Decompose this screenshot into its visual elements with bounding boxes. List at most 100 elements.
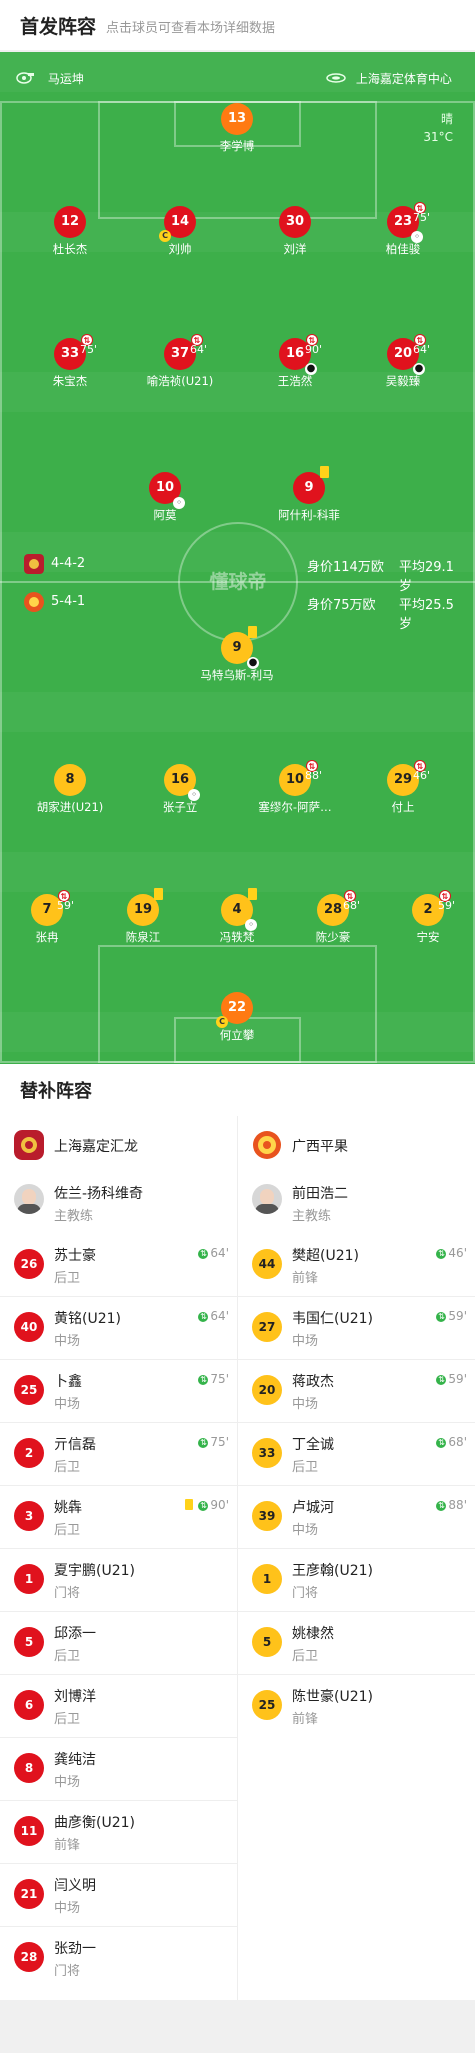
home-sub-row[interactable]: 28 张劲一 门将 xyxy=(0,1927,237,1990)
home-team-summary: 4-4-2 身价114万欧 平均29.1岁 xyxy=(24,554,464,594)
home-sub-row[interactable]: 8 龚纯洁 中场 xyxy=(0,1738,237,1801)
player-name: 姚棣然 xyxy=(292,1626,334,1642)
player-position: 门将 xyxy=(54,1586,81,1601)
home-player-10[interactable]: 10 ◦ 阿莫 xyxy=(110,472,220,523)
home-sub-row[interactable]: 21 闫义明 中场 xyxy=(0,1864,237,1927)
player-name: 蒋政杰 xyxy=(292,1374,334,1390)
away-player-7[interactable]: 7 ⇅ 59' 张冉 xyxy=(0,890,102,945)
home-player-12[interactable]: 12 杜长杰 xyxy=(15,206,125,257)
away-sub-row[interactable]: 44 樊超(U21) 前锋 ⇅ 46' xyxy=(238,1234,475,1297)
captain-badge-icon: C xyxy=(216,1016,228,1028)
player-name: 朱宝杰 xyxy=(52,374,88,388)
home-player-9[interactable]: 9 阿什利-科菲 xyxy=(254,466,364,523)
away-sub-row[interactable]: 39 卢城河 中场 ⇅ 88' xyxy=(238,1486,475,1549)
sub-in-time: ⇅ 64' xyxy=(198,1246,229,1260)
home-sub-row[interactable]: 25 卜鑫 中场 ⇅ 75' xyxy=(0,1360,237,1423)
away-sub-row[interactable]: 5 姚棣然 后卫 xyxy=(238,1612,475,1675)
player-name: 何立攀 xyxy=(219,1028,255,1042)
home-player-13[interactable]: 13 李学博 xyxy=(182,103,292,154)
player-name: 李学博 xyxy=(219,139,255,153)
home-team-name: 上海嘉定汇龙 xyxy=(54,1139,138,1155)
player-number: 44 xyxy=(252,1249,282,1279)
away-sub-row[interactable]: 33 丁全诚 后卫 ⇅ 68' xyxy=(238,1423,475,1486)
player-position: 后卫 xyxy=(292,1460,319,1475)
player-number: 26 xyxy=(14,1249,44,1279)
player-name: 姚犇 xyxy=(54,1500,82,1516)
home-player-30[interactable]: 30 刘洋 xyxy=(240,206,350,257)
home-team-logo xyxy=(24,554,44,574)
player-number: 1 xyxy=(14,1564,44,1594)
away-player-22[interactable]: 22 C 何立攀 xyxy=(182,992,292,1043)
player-name: 闫义明 xyxy=(54,1878,96,1894)
player-number: 1 xyxy=(252,1564,282,1594)
player-name: 柏佳骏 xyxy=(385,242,421,256)
home-sub-row[interactable]: 5 邱添一 后卫 xyxy=(0,1612,237,1675)
sub-time: 59' xyxy=(438,899,456,912)
player-name: 龚纯洁 xyxy=(54,1752,96,1768)
away-sub-row[interactable]: 27 韦国仁(U21) 中场 ⇅ 59' xyxy=(238,1297,475,1360)
home-player-37[interactable]: 37 ⇅ 64' 喻浩祯(U21) xyxy=(125,334,235,389)
player-name: 付上 xyxy=(391,800,415,814)
away-player-4[interactable]: 4 ◦ 冯轶梵 xyxy=(182,888,292,945)
away-player-10[interactable]: 10 ⇅ 88' 塞缪尔-阿萨… xyxy=(240,760,350,815)
away-player-2[interactable]: 2 ⇅ 59' 宁安 xyxy=(373,890,475,945)
player-number: 25 xyxy=(252,1690,282,1720)
player-number: 40 xyxy=(14,1312,44,1342)
home-sub-row[interactable]: 26 苏士豪 后卫 ⇅ 64' xyxy=(0,1234,237,1297)
sub-in-time: ⇅ 59' xyxy=(436,1372,467,1386)
player-position: 后卫 xyxy=(54,1523,81,1538)
referee-name: 马运坤 xyxy=(47,72,84,86)
player-name: 杜长杰 xyxy=(52,242,88,256)
sub-arrow-icon: ⇅ xyxy=(198,1501,209,1511)
away-player-8[interactable]: 8 胡家进(U21) xyxy=(15,764,125,815)
sub-time: 68' xyxy=(343,899,361,912)
away-player-16[interactable]: 16 ◦ 张子立 xyxy=(125,764,235,815)
player-number: 5 xyxy=(252,1627,282,1657)
home-player-14[interactable]: 14 C 刘帅 xyxy=(125,206,235,257)
home-sub-row[interactable]: 2 亓信磊 后卫 ⇅ 75' xyxy=(0,1423,237,1486)
away-team-header: 广西平果 xyxy=(238,1116,475,1172)
player-number: 6 xyxy=(14,1690,44,1720)
player-name: 张子立 xyxy=(162,800,198,814)
home-sub-row[interactable]: 6 刘博洋 后卫 xyxy=(0,1675,237,1738)
player-name: 刘博洋 xyxy=(54,1689,96,1705)
sub-arrow-icon: ⇅ xyxy=(436,1438,447,1448)
home-player-16[interactable]: 16 ⇅ ● 90' 王浩然 xyxy=(240,334,350,389)
player-number: 9 xyxy=(293,466,329,504)
home-sub-row[interactable]: 3 姚犇 后卫 ⇅ 90' xyxy=(0,1486,237,1549)
sub-in-time: ⇅ 64' xyxy=(198,1309,229,1323)
player-number: 5 xyxy=(14,1627,44,1657)
sub-arrow-icon: ⇅ xyxy=(198,1249,209,1259)
sub-arrow-icon: ⇅ xyxy=(436,1375,447,1385)
home-sub-row[interactable]: 1 夏宇鹏(U21) 门将 xyxy=(0,1549,237,1612)
sub-time: 64' xyxy=(413,343,431,356)
player-number: 13 xyxy=(221,103,253,135)
player-number: 10 ◦ xyxy=(149,472,185,509)
player-number: 33 xyxy=(252,1438,282,1468)
player-name: 卢城河 xyxy=(292,1500,334,1516)
player-name: 丁全诚 xyxy=(292,1437,334,1453)
home-sub-row[interactable]: 11 曲彦衡(U21) 前锋 xyxy=(0,1801,237,1864)
home-player-33[interactable]: 33 ⇅ 75' 朱宝杰 xyxy=(15,334,125,389)
player-position: 前锋 xyxy=(292,1712,319,1727)
player-position: 中场 xyxy=(292,1334,319,1349)
away-sub-row[interactable]: 20 蒋政杰 中场 ⇅ 59' xyxy=(238,1360,475,1423)
away-sub-row[interactable]: 1 王彦翰(U21) 门将 xyxy=(238,1549,475,1612)
yellow-card-icon xyxy=(185,1499,193,1510)
coach-role: 主教练 xyxy=(292,1209,332,1224)
player-number: 28 ⇅ 68' xyxy=(317,890,360,926)
away-player-28[interactable]: 28 ⇅ 68' 陈少豪 xyxy=(278,890,388,945)
player-name: 苏士豪 xyxy=(54,1248,96,1264)
away-player-9[interactable]: 9 ● 马特乌斯-利马 xyxy=(182,626,292,683)
home-coach[interactable]: 佐兰-扬科维奇 主教练 xyxy=(0,1172,237,1234)
player-number: 29 ⇅ 46' xyxy=(387,760,430,796)
player-number: 19 xyxy=(127,888,163,926)
away-sub-row[interactable]: 25 陈世豪(U21) 前锋 xyxy=(238,1675,475,1738)
sub-time: 88' xyxy=(305,769,323,782)
away-coach[interactable]: 前田浩二 主教练 xyxy=(238,1172,475,1234)
away-player-29[interactable]: 29 ⇅ 46' 付上 xyxy=(348,760,458,815)
home-player-23[interactable]: 23 ⇅ ◦ 75' 柏佳骏 xyxy=(348,202,458,257)
home-player-20[interactable]: 20 ⇅ ● 64' 吴毅臻 xyxy=(348,334,458,389)
home-sub-row[interactable]: 40 黄铭(U21) 中场 ⇅ 64' xyxy=(0,1297,237,1360)
player-number: 27 xyxy=(252,1312,282,1342)
